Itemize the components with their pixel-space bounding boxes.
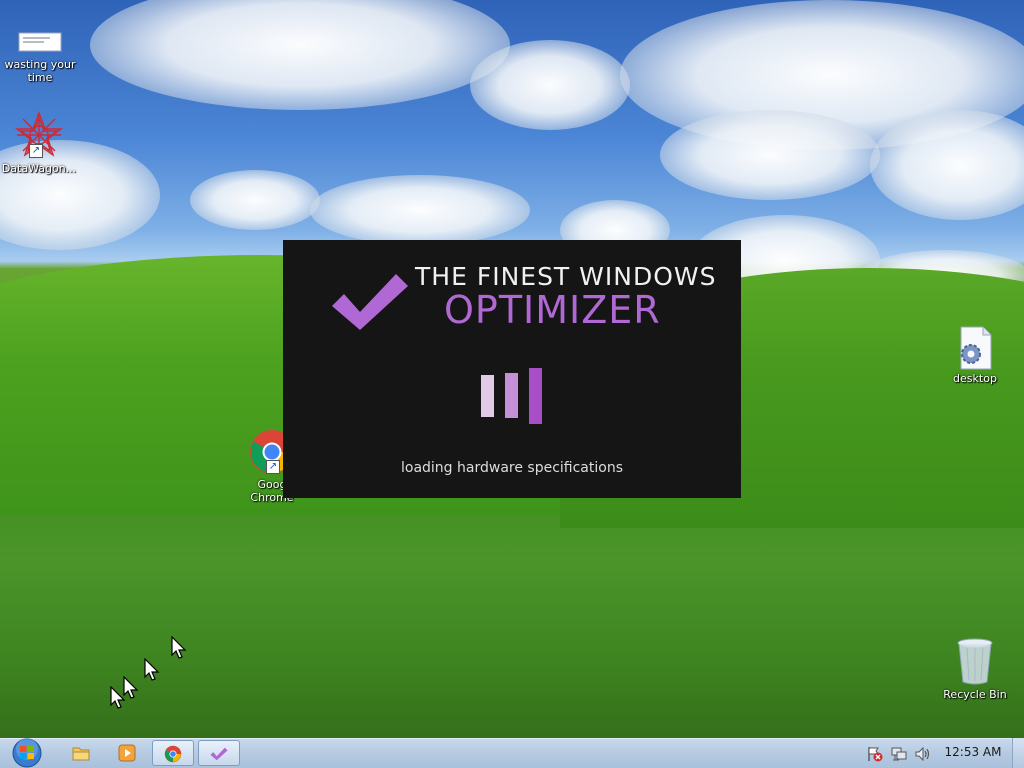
- cloud: [190, 170, 320, 230]
- desktop-icon-label: DataWagon...: [1, 162, 77, 175]
- desktop-icon-datawagon[interactable]: ↗ DataWagon...: [0, 110, 79, 175]
- taskbar-button-optimizer[interactable]: [198, 740, 240, 766]
- volume-icon[interactable]: [914, 746, 932, 762]
- desktop-icon-label: wasting your time: [4, 58, 76, 84]
- cloud: [90, 0, 510, 110]
- mouse-cursor-icon: [144, 658, 160, 681]
- cloud: [470, 40, 630, 130]
- taskbar-button-media-player[interactable]: [106, 740, 148, 766]
- desktop-icon-label: Recycle Bin: [943, 688, 1007, 701]
- loading-bar: [481, 375, 494, 417]
- shortcut-arrow-icon: ↗: [266, 460, 280, 474]
- config-file-icon: [955, 326, 995, 370]
- cloud: [660, 110, 880, 200]
- folder-icon: [72, 747, 90, 761]
- checkmark-icon: [210, 747, 228, 761]
- loading-bar: [505, 373, 518, 418]
- chrome-icon: [164, 745, 182, 763]
- shortcut-arrow-icon: ↗: [29, 144, 43, 158]
- loading-bar: [529, 368, 542, 424]
- taskbar-button-explorer[interactable]: [60, 740, 102, 766]
- checkmark-icon: [332, 274, 408, 330]
- splash-title-line2: OPTIMIZER: [444, 288, 661, 332]
- taskbar-button-chrome[interactable]: [152, 740, 194, 766]
- show-desktop-button[interactable]: [1012, 738, 1024, 768]
- action-center-flag-icon[interactable]: [866, 746, 884, 762]
- desktop-icon-recycle-bin[interactable]: Recycle Bin: [935, 636, 1015, 701]
- mouse-cursor-icon: [110, 686, 126, 709]
- media-player-icon: [118, 744, 136, 762]
- splash-status-text: loading hardware specifications: [401, 460, 623, 476]
- datawagon-star-icon: ↗: [14, 110, 64, 160]
- desktop-background[interactable]: wasting your time ↗ DataWagon... ↗ Goog …: [0, 0, 1024, 768]
- desktop-icon-wasting-your-time[interactable]: wasting your time: [0, 30, 80, 84]
- desktop-icon-desktop-file[interactable]: desktop: [935, 326, 1015, 385]
- recycle-bin-icon: [955, 636, 995, 686]
- windows-start-orb-icon: [12, 738, 42, 768]
- desktop-icon-label: desktop: [953, 372, 997, 385]
- taskbar-clock[interactable]: 12:53 AM: [940, 745, 1006, 759]
- network-icon[interactable]: [890, 746, 908, 762]
- start-button[interactable]: [7, 738, 47, 768]
- splash-title-line1: THE FINEST WINDOWS: [415, 262, 717, 291]
- document-icon: [18, 30, 62, 54]
- cloud: [310, 175, 530, 245]
- mouse-cursor-icon: [171, 636, 187, 659]
